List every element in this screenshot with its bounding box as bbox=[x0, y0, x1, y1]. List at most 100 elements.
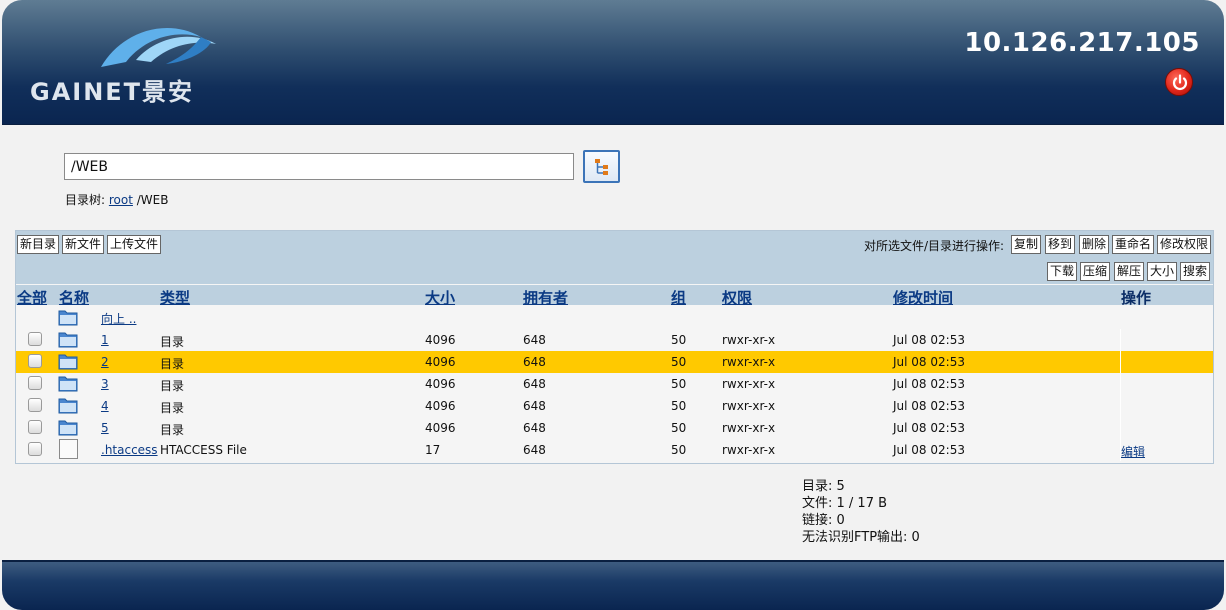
file-name-link[interactable]: 2 bbox=[101, 355, 109, 369]
compress-button[interactable]: 压缩 bbox=[1080, 262, 1111, 281]
modified-cell: Jul 08 02:53 bbox=[893, 443, 965, 457]
permissions-cell: rwxr-xr-x bbox=[722, 355, 776, 369]
chmod-button[interactable]: 修改权限 bbox=[1157, 235, 1212, 254]
operation-label: 对所选文件/目录进行操作: bbox=[864, 239, 1005, 253]
file-name-link[interactable]: .htaccess bbox=[101, 443, 158, 457]
type-cell: 目录 bbox=[160, 357, 185, 371]
search-button[interactable]: 搜索 bbox=[1180, 262, 1211, 281]
file-list-panel: 新目录 新文件 上传文件 对所选文件/目录进行操作: 复制 移到 删除 重命名 … bbox=[15, 230, 1214, 464]
breadcrumb: 目录树: root /WEB bbox=[65, 191, 169, 208]
group-cell: 50 bbox=[671, 333, 687, 347]
row-checkbox[interactable] bbox=[28, 332, 42, 346]
copy-button[interactable]: 复制 bbox=[1011, 235, 1042, 254]
group-cell: 50 bbox=[671, 377, 687, 391]
table-header: 全部 名称 类型 大小 拥有者 组 权限 修改时间 操作 bbox=[16, 285, 1213, 308]
new-file-button[interactable]: 新文件 bbox=[62, 235, 105, 254]
upload-file-button[interactable]: 上传文件 bbox=[107, 235, 162, 254]
type-cell: 目录 bbox=[160, 379, 185, 393]
path-area bbox=[64, 150, 620, 183]
directory-tree-button[interactable] bbox=[583, 150, 620, 183]
folder-icon bbox=[58, 420, 78, 436]
row-checkbox[interactable] bbox=[28, 354, 42, 368]
type-cell: 目录 bbox=[160, 335, 185, 349]
column-header-modified[interactable]: 修改时间 bbox=[893, 287, 953, 308]
table-row[interactable]: 5 目录 4096 648 50 rwxr-xr-x Jul 08 02:53 bbox=[16, 417, 1213, 439]
size-cell: 17 bbox=[425, 443, 441, 457]
size-cell: 4096 bbox=[425, 355, 456, 369]
table-row[interactable]: 4 目录 4096 648 50 rwxr-xr-x Jul 08 02:53 bbox=[16, 395, 1213, 417]
up-directory-link[interactable]: 向上 .. bbox=[101, 312, 136, 326]
stats-dirs: 目录: 5 bbox=[802, 479, 845, 494]
page-header: GAINET景安 10.126.217.105 bbox=[2, 0, 1224, 125]
stats-links: 链接: 0 bbox=[802, 513, 845, 528]
table-row[interactable]: 3 目录 4096 648 50 rwxr-xr-x Jul 08 02:53 bbox=[16, 373, 1213, 395]
modified-cell: Jul 08 02:53 bbox=[893, 399, 965, 413]
new-directory-button[interactable]: 新目录 bbox=[17, 235, 60, 254]
column-header-group[interactable]: 组 bbox=[671, 287, 686, 308]
owner-cell: 648 bbox=[523, 399, 546, 413]
table-row[interactable]: 2 目录 4096 648 50 rwxr-xr-x Jul 08 02:53 bbox=[16, 351, 1213, 373]
column-header-type[interactable]: 类型 bbox=[160, 287, 190, 308]
column-divider bbox=[1120, 395, 1121, 417]
column-header-permissions[interactable]: 权限 bbox=[722, 287, 752, 308]
row-checkbox[interactable] bbox=[28, 376, 42, 390]
file-name-link[interactable]: 5 bbox=[101, 421, 109, 435]
row-checkbox[interactable] bbox=[28, 420, 42, 434]
move-button[interactable]: 移到 bbox=[1045, 235, 1076, 254]
file-name-link[interactable]: 1 bbox=[101, 333, 109, 347]
table-row[interactable]: .htaccess HTACCESS File 17 648 50 rwxr-xr-x Ju… bbox=[16, 439, 1213, 461]
permissions-cell: rwxr-xr-x bbox=[722, 421, 776, 435]
breadcrumb-current: /WEB bbox=[136, 193, 169, 207]
stats-summary: 目录: 5 文件: 1 / 17 B 链接: 0 无法识别FTP输出: 0 bbox=[802, 478, 920, 546]
permissions-cell: rwxr-xr-x bbox=[722, 377, 776, 391]
column-divider bbox=[1120, 351, 1121, 373]
row-checkbox[interactable] bbox=[28, 442, 42, 456]
delete-button[interactable]: 删除 bbox=[1079, 235, 1110, 254]
group-cell: 50 bbox=[671, 443, 687, 457]
column-header-action: 操作 bbox=[1121, 289, 1152, 307]
owner-cell: 648 bbox=[523, 443, 546, 457]
size-cell: 4096 bbox=[425, 421, 456, 435]
owner-cell: 648 bbox=[523, 377, 546, 391]
column-header-all[interactable]: 全部 bbox=[17, 287, 47, 308]
permissions-cell: rwxr-xr-x bbox=[722, 399, 776, 413]
file-name-link[interactable]: 3 bbox=[101, 377, 109, 391]
type-cell: HTACCESS File bbox=[160, 443, 247, 457]
group-cell: 50 bbox=[671, 355, 687, 369]
power-icon[interactable] bbox=[1165, 68, 1193, 96]
extract-button[interactable]: 解压 bbox=[1114, 262, 1145, 281]
folder-icon bbox=[58, 354, 78, 370]
column-header-size[interactable]: 大小 bbox=[425, 287, 455, 308]
tree-icon bbox=[595, 159, 608, 175]
type-cell: 目录 bbox=[160, 401, 185, 415]
logo-text: GAINET景安 bbox=[30, 78, 195, 106]
server-ip: 10.126.217.105 bbox=[964, 28, 1200, 58]
column-header-name[interactable]: 名称 bbox=[59, 287, 89, 308]
folder-icon bbox=[58, 398, 78, 414]
stats-unknown: 无法识别FTP输出: 0 bbox=[802, 530, 920, 545]
column-divider bbox=[1120, 417, 1121, 439]
modified-cell: Jul 08 02:53 bbox=[893, 355, 965, 369]
column-header-owner[interactable]: 拥有者 bbox=[523, 287, 568, 308]
row-checkbox[interactable] bbox=[28, 398, 42, 412]
breadcrumb-root-link[interactable]: root bbox=[109, 193, 133, 207]
folder-icon bbox=[58, 310, 78, 326]
type-cell: 目录 bbox=[160, 423, 185, 437]
owner-cell: 648 bbox=[523, 355, 546, 369]
download-button[interactable]: 下载 bbox=[1047, 262, 1078, 281]
folder-icon bbox=[58, 332, 78, 348]
size-cell: 4096 bbox=[425, 333, 456, 347]
gainet-logo: GAINET景安 bbox=[26, 22, 276, 106]
path-input[interactable] bbox=[64, 153, 574, 180]
file-name-link[interactable]: 4 bbox=[101, 399, 109, 413]
owner-cell: 648 bbox=[523, 333, 546, 347]
size-button[interactable]: 大小 bbox=[1147, 262, 1178, 281]
rename-button[interactable]: 重命名 bbox=[1112, 235, 1155, 254]
column-divider bbox=[1120, 329, 1121, 351]
logo-swoosh-icon bbox=[101, 28, 216, 67]
modified-cell: Jul 08 02:53 bbox=[893, 421, 965, 435]
column-divider bbox=[1120, 373, 1121, 395]
edit-link[interactable]: 编辑 bbox=[1121, 445, 1145, 459]
table-row-up: 向上 .. bbox=[16, 307, 1213, 329]
table-row[interactable]: 1 目录 4096 648 50 rwxr-xr-x Jul 08 02:53 bbox=[16, 329, 1213, 351]
